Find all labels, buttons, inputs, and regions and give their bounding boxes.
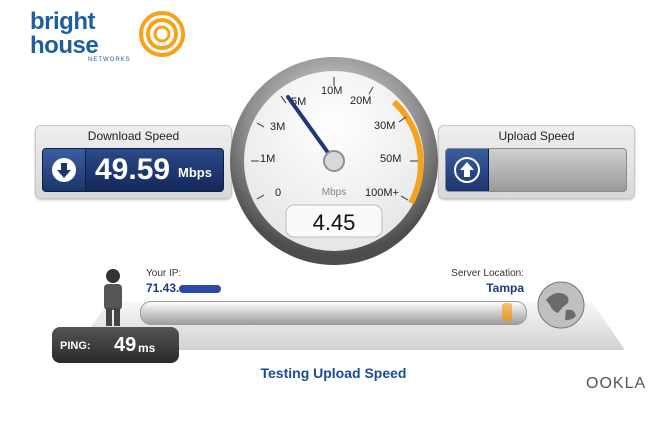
tick-30m: 30M: [374, 120, 395, 132]
tick-10m: 10M: [321, 85, 342, 97]
tick-100m: 100M+: [365, 187, 399, 199]
tick-1m: 1M: [260, 153, 275, 165]
ip-label: Your IP:: [146, 268, 182, 279]
user-icon: [104, 269, 122, 326]
tick-20m: 20M: [350, 95, 371, 107]
download-speed-value: 49.59: [95, 153, 171, 186]
download-speed-box: 49.59 Mbps: [42, 148, 224, 192]
tick-50m: 50M: [380, 153, 401, 165]
upload-panel: Upload Speed: [438, 125, 635, 199]
redacted-ip-mark: [179, 284, 222, 293]
brighthouse-logo: bright house NETWORKS: [30, 8, 185, 68]
gauge-readout-value: 4.45: [313, 210, 356, 235]
tick-3m: 3M: [270, 121, 285, 133]
upload-title: Upload Speed: [498, 129, 575, 143]
ping-value: 49: [114, 334, 137, 356]
download-speed-unit: Mbps: [178, 165, 212, 180]
ip-value: 71.43.: [146, 281, 222, 295]
ookla-logo: OOKLA: [586, 375, 647, 392]
download-arrow-icon: [52, 158, 76, 182]
gauge-unit: Mbps: [322, 187, 346, 198]
ping-box: PING: 49 ms: [52, 327, 179, 363]
upload-progress-fill: [502, 303, 512, 321]
brand-text: bright house: [30, 8, 99, 59]
brand-rings-icon: [139, 11, 185, 57]
globe-icon: [537, 281, 585, 329]
upload-icon-wrap: [446, 149, 489, 191]
server-location-label: Server Location:: [451, 268, 524, 279]
tick-0: 0: [275, 187, 281, 199]
test-status: Testing Upload Speed: [260, 365, 407, 381]
server-location-value[interactable]: Tampa: [444, 281, 524, 295]
upload-arrow-icon: [454, 157, 480, 183]
gauge-hub: [323, 150, 345, 172]
ping-unit: ms: [138, 341, 156, 355]
download-icon-wrap: [43, 149, 86, 191]
connection-tube: [140, 301, 527, 325]
download-panel: Download Speed 49.59 Mbps: [35, 125, 232, 199]
ping-label: PING:: [60, 340, 91, 352]
brand-subtitle: NETWORKS: [88, 57, 131, 63]
upload-speed-box: [445, 148, 627, 192]
speed-gauge: 0 1M 3M 5M 10M 20M 30M 50M 100M+ Mbps 4.…: [230, 57, 438, 265]
download-title: Download Speed: [87, 129, 180, 143]
